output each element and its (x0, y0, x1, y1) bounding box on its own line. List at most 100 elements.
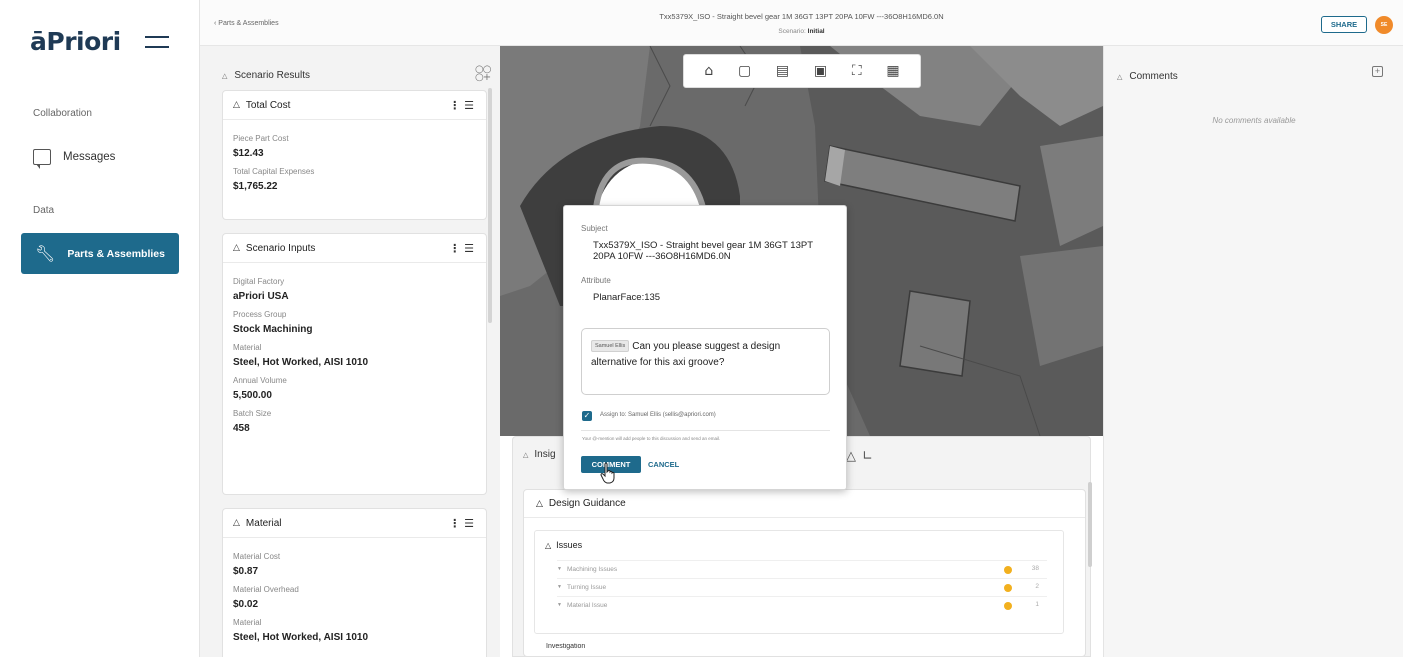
scenario-subtitle: Scenario: Initial (200, 28, 1403, 35)
card-title: Scenario Inputs (245, 242, 316, 254)
cancel-button[interactable]: CANCEL (648, 456, 679, 473)
page-title: Txx5379X_ISO - Straight bevel gear 1M 36… (659, 12, 944, 21)
insight-toolbar: △∟ (846, 449, 879, 464)
sidebar-item-label: Parts & Assemblies (67, 247, 165, 260)
subject-value: Txx5379X_ISO - Straight bevel gear 1M 36… (593, 240, 813, 262)
comment-textarea[interactable]: Samuel Ellis Can you please suggest a des… (581, 328, 830, 395)
field-value: $12.43 (233, 148, 264, 159)
issue-label: Material Issue (566, 601, 608, 609)
scrollbar[interactable] (1088, 482, 1092, 567)
avatar[interactable]: SE (1375, 16, 1393, 34)
expand-arrow-icon: ▼ (557, 602, 562, 608)
section-label-collaboration: Collaboration (33, 108, 92, 119)
mention-chip[interactable]: Samuel Ellis (591, 340, 630, 352)
card-header[interactable]: △ Scenario Inputs ⋮ ☰ (223, 234, 486, 263)
insights-title[interactable]: △ Insig (523, 449, 556, 460)
material-card: △ Material ⋮ ☰ Material Cost $0.87 Mater… (222, 508, 487, 657)
kebab-menu-icon[interactable]: ⋮ ☰ (449, 99, 474, 112)
comments-title[interactable]: △ Comments (1117, 71, 1178, 82)
kebab-menu-icon[interactable]: ⋮ ☰ (449, 242, 474, 255)
card-header[interactable]: △ Material ⋮ ☰ (223, 509, 486, 538)
chat-bubble-icon (33, 149, 51, 169)
viewer-toolbar: ⌂ ▢ ▤ ▣ ⛶ ▦ (683, 54, 921, 88)
field-value: Stock Machining (233, 324, 313, 335)
investigation-header[interactable]: Investigation (534, 643, 1064, 657)
issues-header[interactable]: △ Issues (535, 531, 1063, 559)
solid-shading-icon[interactable]: ▣ (814, 63, 827, 79)
expand-arrow-icon: ▼ (557, 566, 562, 572)
new-comment-dialog: Subject Txx5379X_ISO - Straight bevel ge… (563, 205, 847, 490)
sidebar: āPriori Collaboration Messages Data 🔧︎ P… (0, 0, 200, 657)
field-label: Process Group (233, 310, 287, 319)
attribute-label: Attribute (581, 276, 611, 285)
scenario-results-panel: △ Scenario Results ○○ ○+ △ Total Cost ⋮ ☰ … (200, 46, 500, 657)
wrench-icon: 🔧︎ (35, 244, 56, 263)
home-view-icon[interactable]: ⌂ (704, 63, 713, 79)
investigation-title: Investigation (546, 643, 586, 650)
field-label: Material (233, 618, 262, 627)
assign-label: Assign to: Samuel Ellis (sellis@apriori.… (600, 412, 716, 418)
hamburger-menu-icon[interactable] (145, 36, 169, 48)
issues-title: Issues (556, 540, 583, 550)
field-label: Piece Part Cost (233, 134, 289, 143)
card-title: Material (245, 517, 282, 529)
fit-view-icon[interactable]: ⛶ (852, 63, 862, 79)
add-comment-icon[interactable]: + (1372, 66, 1383, 77)
share-button[interactable]: SHARE (1321, 16, 1367, 33)
hierarchy-icon[interactable]: △ (846, 449, 862, 464)
field-value: aPriori USA (233, 291, 289, 302)
no-comments-text: No comments available (1212, 116, 1296, 125)
issue-row[interactable]: ▼ Machining Issues 38 (557, 560, 1047, 577)
card-header[interactable]: △ Total Cost ⋮ ☰ (223, 91, 486, 120)
issue-label: Machining Issues (566, 565, 618, 573)
chevron-up-icon: △ (523, 452, 529, 459)
design-guidance-card: △ Design Guidance △ Issues ▼ Machining I… (523, 489, 1086, 657)
field-label: Digital Factory (233, 277, 285, 286)
field-label: Material (233, 343, 262, 352)
comments-panel: △ Comments + No comments available (1103, 46, 1403, 657)
kebab-menu-icon[interactable]: ⋮ ☰ (449, 517, 474, 530)
scenario-results-title[interactable]: △ Scenario Results (222, 70, 310, 81)
issue-row[interactable]: ▼ Turning Issue 2 (557, 578, 1047, 595)
top-header: ‹ Parts & Assemblies Txx5379X_ISO - Stra… (200, 0, 1403, 46)
sidebar-item-messages[interactable]: Messages (33, 143, 173, 171)
field-label: Material Cost (233, 552, 281, 561)
issue-count: 38 (1031, 565, 1039, 572)
apriori-logo[interactable]: āPriori (30, 27, 121, 56)
card-header[interactable]: △ Design Guidance (524, 490, 1085, 518)
scenario-label: Scenario: (778, 28, 806, 35)
breadcrumb[interactable]: ‹ Parts & Assemblies (214, 20, 279, 27)
field-label: Total Capital Expenses (233, 167, 315, 176)
subject-label: Subject (581, 224, 608, 233)
chart-icon[interactable]: ∟ (862, 449, 879, 464)
field-label: Annual Volume (233, 376, 287, 385)
scrollbar[interactable] (488, 88, 492, 323)
expand-arrow-icon: ▼ (557, 584, 562, 590)
scenario-results-label: Scenario Results (234, 70, 310, 81)
hand-pointer-cursor-icon (600, 462, 615, 484)
chevron-up-icon: △ (222, 73, 228, 80)
sidebar-item-parts-assemblies[interactable]: 🔧︎ Parts & Assemblies (21, 233, 179, 274)
field-value: 5,500.00 (233, 390, 272, 401)
field-value: $0.87 (233, 566, 259, 577)
chevron-up-icon: △ (1117, 74, 1123, 81)
grid-add-icon[interactable]: ○○ ○+ (475, 65, 491, 83)
cube-view-icon[interactable]: ▢ (738, 63, 751, 79)
total-cost-card: △ Total Cost ⋮ ☰ Piece Part Cost $12.43 … (222, 90, 487, 220)
card-title: Design Guidance (548, 498, 626, 509)
insights-label: Insig (534, 449, 556, 460)
issue-count: 1 (1035, 601, 1039, 608)
field-label: Batch Size (233, 409, 272, 418)
issue-label: Turning Issue (566, 583, 607, 591)
collapse-triangle-icon: △ (233, 243, 240, 253)
warning-dot-icon (1004, 602, 1012, 610)
field-value: Steel, Hot Worked, AISI 1010 (233, 632, 369, 643)
clipboard-icon[interactable]: ▤ (776, 63, 789, 79)
warning-dot-icon (1004, 566, 1012, 574)
issue-row[interactable]: ▼ Material Issue 1 (557, 596, 1047, 613)
field-value: 458 (233, 423, 250, 434)
collapse-triangle-icon: △ (536, 498, 543, 509)
scenario-inputs-card: △ Scenario Inputs ⋮ ☰ Digital Factory aP… (222, 233, 487, 495)
assign-checkbox[interactable]: ✓ (582, 411, 592, 421)
section-view-icon[interactable]: ▦ (886, 63, 899, 79)
